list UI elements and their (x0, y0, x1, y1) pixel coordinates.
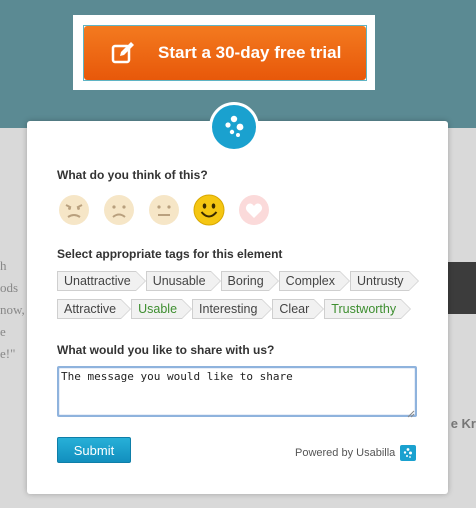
tag-row-negative: Unattractive Unusable Boring Complex Unt… (57, 271, 419, 291)
usabilla-logo-icon (212, 105, 256, 149)
tag-usable[interactable]: Usable (131, 299, 192, 319)
emotion-selector (57, 193, 282, 227)
angry-face-icon[interactable] (57, 193, 91, 227)
tag-boring[interactable]: Boring (220, 271, 279, 291)
tags-question: Select appropriate tags for this element (57, 247, 283, 261)
tag-row-positive: Attractive Usable Interesting Clear Trus… (57, 299, 411, 319)
resize-grip-icon[interactable] (405, 405, 415, 418)
tag-complex[interactable]: Complex (278, 271, 351, 291)
tag-unattractive[interactable]: Unattractive (57, 271, 146, 291)
submit-button[interactable]: Submit (57, 437, 131, 463)
happy-face-icon[interactable] (192, 193, 226, 227)
tag-attractive[interactable]: Attractive (57, 299, 132, 319)
message-question: What would you like to share with us? (57, 343, 275, 357)
background-dark-block (446, 262, 476, 314)
edit-icon (110, 40, 136, 66)
tag-untrusty[interactable]: Untrusty (350, 271, 419, 291)
background-text-right: e Kr (450, 416, 476, 431)
tag-trustworthy[interactable]: Trustworthy (324, 299, 411, 319)
tag-interesting[interactable]: Interesting (192, 299, 273, 319)
powered-by-label: Powered by Usabilla (295, 447, 396, 459)
tag-unusable[interactable]: Unusable (145, 271, 221, 291)
powered-by: Powered by Usabilla (295, 445, 417, 461)
message-textarea[interactable] (57, 366, 417, 417)
emotion-question: What do you think of this? (57, 168, 208, 182)
usabilla-small-logo-icon[interactable] (400, 445, 417, 461)
love-heart-icon[interactable] (237, 193, 271, 227)
neutral-face-icon[interactable] (147, 193, 181, 227)
sad-face-icon[interactable] (102, 193, 136, 227)
start-trial-label: Start a 30-day free trial (158, 43, 342, 62)
usabilla-logo-badge (209, 102, 259, 152)
start-trial-button[interactable]: Start a 30-day free trial (84, 26, 366, 80)
background-text-left: h ods now, e e!" (0, 258, 25, 361)
tag-clear[interactable]: Clear (272, 299, 325, 319)
